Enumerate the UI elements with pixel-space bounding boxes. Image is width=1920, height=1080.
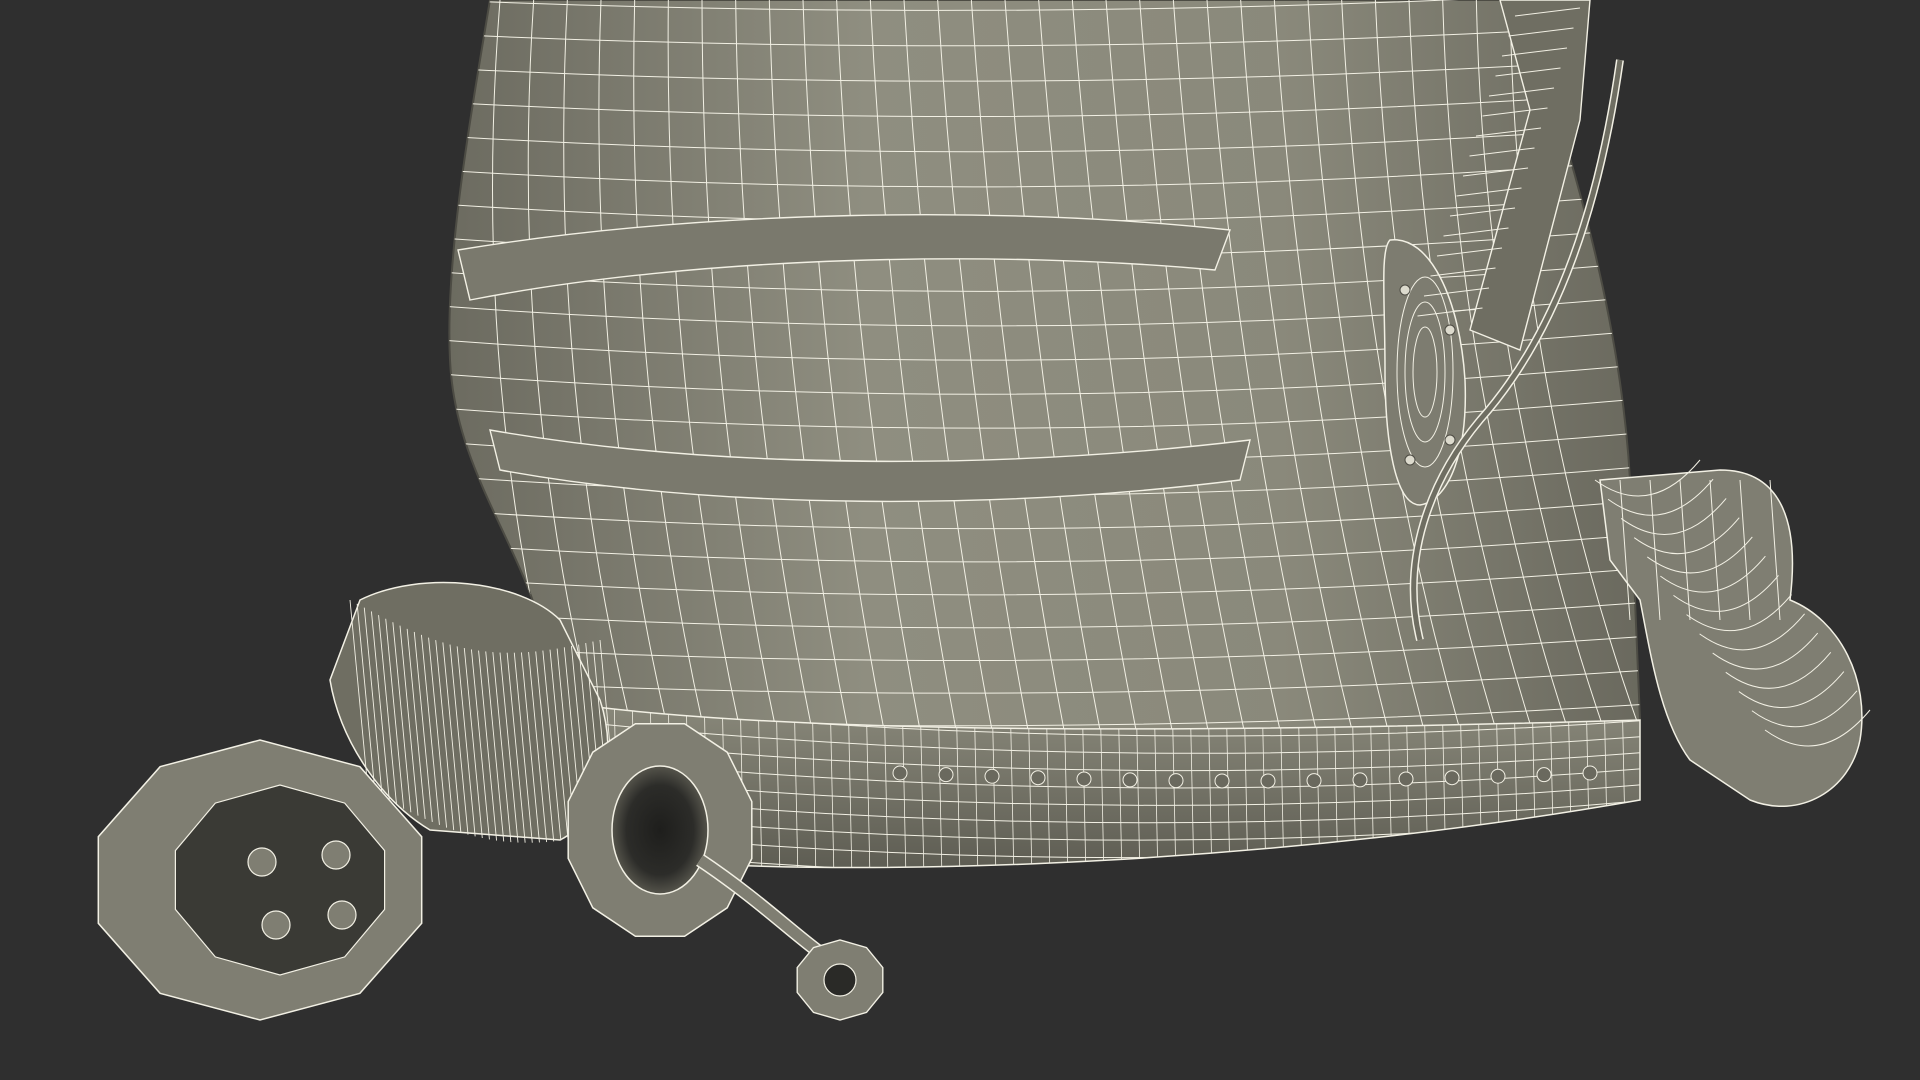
ring-bolt [1076,771,1092,787]
ring-bolt [1490,768,1506,784]
ring-bolt [1030,770,1046,786]
ring-bolt [938,767,954,783]
ring-bolt [984,768,1000,784]
ring-bolt [1398,771,1414,787]
ring-bolt [1306,773,1322,789]
render-viewport [0,0,1920,1080]
connector-pin [247,847,277,877]
ring-bolt [1352,772,1368,788]
ring-bolt [1444,770,1460,786]
gas-port-connector [567,722,753,938]
ring-bolt [1582,765,1598,781]
port-rivet [1444,434,1456,446]
port-rivet [1399,284,1411,296]
electrical-connector [97,739,423,1021]
ring-bolt [1214,773,1230,789]
ring-bolt [892,765,908,781]
connector-pin [327,900,357,930]
ring-bolt [1536,767,1552,783]
port-rivet [1444,324,1456,336]
ring-bolt [1122,772,1138,788]
port-rivet [1404,454,1416,466]
connector-pin [261,910,291,940]
small-nozzle [696,854,884,1021]
wireframe-helmet-render [97,0,1871,1021]
ring-bolt [1260,773,1276,789]
ring-bolt [1168,773,1184,789]
helmet-shell [448,0,1642,731]
connector-pin [321,840,351,870]
